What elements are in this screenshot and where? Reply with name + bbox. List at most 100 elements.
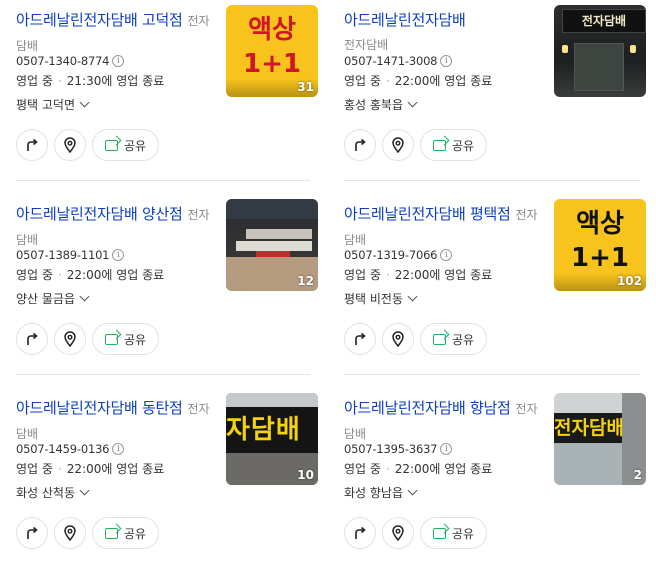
- location-button[interactable]: [54, 323, 86, 355]
- place-thumbnail[interactable]: 12: [226, 199, 318, 291]
- place-title[interactable]: 아드레날린전자담배 향남점 전자담배: [344, 396, 542, 446]
- directions-icon: [27, 332, 38, 345]
- phone-number[interactable]: 0507-1395-3637: [344, 442, 438, 456]
- place-phone: 0507-1340-8774 i: [16, 54, 125, 68]
- row-divider: [344, 374, 640, 375]
- directions-button[interactable]: [16, 517, 48, 549]
- place-title[interactable]: 아드레날린전자담배 고덕점 전자담배: [16, 8, 214, 58]
- photo-count: 102: [616, 274, 642, 288]
- share-button[interactable]: 공유: [420, 517, 488, 549]
- photo-count: 10: [297, 468, 314, 482]
- share-button[interactable]: 공유: [92, 323, 160, 355]
- directions-button[interactable]: [16, 129, 48, 161]
- store-sign: 자담배: [226, 407, 318, 453]
- share-label: 공유: [124, 332, 147, 347]
- share-button[interactable]: 공유: [420, 323, 488, 355]
- location-button[interactable]: [382, 323, 414, 355]
- separator-dot: ·: [57, 74, 62, 88]
- store-shelf: [246, 229, 312, 239]
- place-thumbnail[interactable]: 전자담배: [554, 5, 646, 97]
- directions-button[interactable]: [344, 517, 376, 549]
- directions-button[interactable]: [344, 129, 376, 161]
- place-thumbnail[interactable]: 자담배 10: [226, 393, 318, 485]
- place-name[interactable]: 아드레날린전자담배 평택점: [344, 205, 511, 223]
- place-address[interactable]: 양산 물금읍: [16, 290, 90, 307]
- location-button[interactable]: [54, 129, 86, 161]
- location-pin-icon: [392, 137, 404, 153]
- action-buttons: 공유: [16, 129, 160, 161]
- place-thumbnail[interactable]: 액상 1+1 102: [554, 199, 646, 291]
- directions-button[interactable]: [344, 323, 376, 355]
- phone-number[interactable]: 0507-1389-1101: [16, 248, 110, 262]
- location-pin-icon: [392, 331, 404, 347]
- address-text[interactable]: 홍성 홍북읍: [344, 96, 403, 113]
- row-divider: [16, 180, 310, 181]
- row-divider: [344, 180, 640, 181]
- promo-line2: 1+1: [243, 49, 301, 79]
- place-hours: 영업 중 · 21:30에 영업 종료: [16, 72, 164, 89]
- place-name[interactable]: 아드레날린전자담배 양산점: [16, 205, 183, 223]
- share-button[interactable]: 공유: [92, 129, 160, 161]
- chevron-down-icon[interactable]: [407, 485, 418, 496]
- place-title[interactable]: 아드레날린전자담배 평택점 전자담배: [344, 202, 542, 252]
- info-icon[interactable]: i: [112, 443, 125, 455]
- action-buttons: 공유: [344, 129, 488, 161]
- info-icon[interactable]: i: [440, 443, 453, 455]
- share-button[interactable]: 공유: [420, 129, 488, 161]
- place-address[interactable]: 홍성 홍북읍: [344, 96, 418, 113]
- info-icon[interactable]: i: [440, 55, 453, 67]
- action-buttons: 공유: [16, 517, 160, 549]
- open-status: 영업 중: [16, 74, 53, 88]
- address-text[interactable]: 평택 고덕면: [16, 96, 75, 113]
- place-name[interactable]: 아드레날린전자담배 고덕점: [16, 11, 183, 29]
- location-pin-icon: [392, 525, 404, 541]
- place-phone: 0507-1389-1101 i: [16, 248, 125, 262]
- directions-icon: [355, 332, 366, 345]
- address-text[interactable]: 화성 향남읍: [344, 484, 403, 501]
- phone-number[interactable]: 0507-1340-8774: [16, 54, 110, 68]
- address-text[interactable]: 양산 물금읍: [16, 290, 75, 307]
- location-button[interactable]: [382, 129, 414, 161]
- place-address[interactable]: 평택 비전동: [344, 290, 418, 307]
- open-status: 영업 중: [16, 462, 53, 476]
- share-icon: [433, 527, 446, 539]
- share-button[interactable]: 공유: [92, 517, 160, 549]
- info-icon[interactable]: i: [112, 55, 125, 67]
- place-phone: 0507-1459-0136 i: [16, 442, 125, 456]
- location-button[interactable]: [382, 517, 414, 549]
- place-title[interactable]: 아드레날린전자담배 양산점 전자담배: [16, 202, 214, 252]
- chevron-down-icon[interactable]: [79, 291, 90, 302]
- phone-number[interactable]: 0507-1319-7066: [344, 248, 438, 262]
- place-card: 아드레날린전자담배 전자담배 0507-1471-3008 i 영업 중 · 22:00…: [344, 0, 654, 178]
- address-text[interactable]: 화성 산척동: [16, 484, 75, 501]
- address-text[interactable]: 평택 비전동: [344, 290, 403, 307]
- phone-number[interactable]: 0507-1471-3008: [344, 54, 438, 68]
- place-name[interactable]: 아드레날린전자담배: [344, 11, 466, 29]
- store-door: [574, 43, 624, 91]
- directions-icon: [355, 138, 366, 151]
- share-icon: [105, 139, 118, 151]
- share-icon: [105, 333, 118, 345]
- directions-button[interactable]: [16, 323, 48, 355]
- chevron-down-icon[interactable]: [79, 97, 90, 108]
- chevron-down-icon[interactable]: [407, 291, 418, 302]
- place-card: 아드레날린전자담배 동탄점 전자담배 0507-1459-0136 i 영업 중 · 2…: [16, 388, 326, 566]
- chevron-down-icon[interactable]: [407, 97, 418, 108]
- place-thumbnail[interactable]: 전자담배 2: [554, 393, 646, 485]
- open-status: 영업 중: [344, 268, 381, 282]
- place-address[interactable]: 화성 산척동: [16, 484, 90, 501]
- place-card: 아드레날린전자담배 양산점 전자담배 0507-1389-1101 i 영업 중 · 2…: [16, 194, 326, 372]
- place-address[interactable]: 화성 향남읍: [344, 484, 418, 501]
- place-name[interactable]: 아드레날린전자담배 향남점: [344, 399, 511, 417]
- info-icon[interactable]: i: [112, 249, 125, 261]
- phone-number[interactable]: 0507-1459-0136: [16, 442, 110, 456]
- place-name[interactable]: 아드레날린전자담배 동탄점: [16, 399, 183, 417]
- location-button[interactable]: [54, 517, 86, 549]
- chevron-down-icon[interactable]: [79, 485, 90, 496]
- photo-count: 31: [297, 80, 314, 94]
- place-thumbnail[interactable]: 액상 1+1 31: [226, 5, 318, 97]
- info-icon[interactable]: i: [440, 249, 453, 261]
- place-title[interactable]: 아드레날린전자담배 전자담배: [344, 8, 542, 57]
- place-title[interactable]: 아드레날린전자담배 동탄점 전자담배: [16, 396, 214, 446]
- place-address[interactable]: 평택 고덕면: [16, 96, 90, 113]
